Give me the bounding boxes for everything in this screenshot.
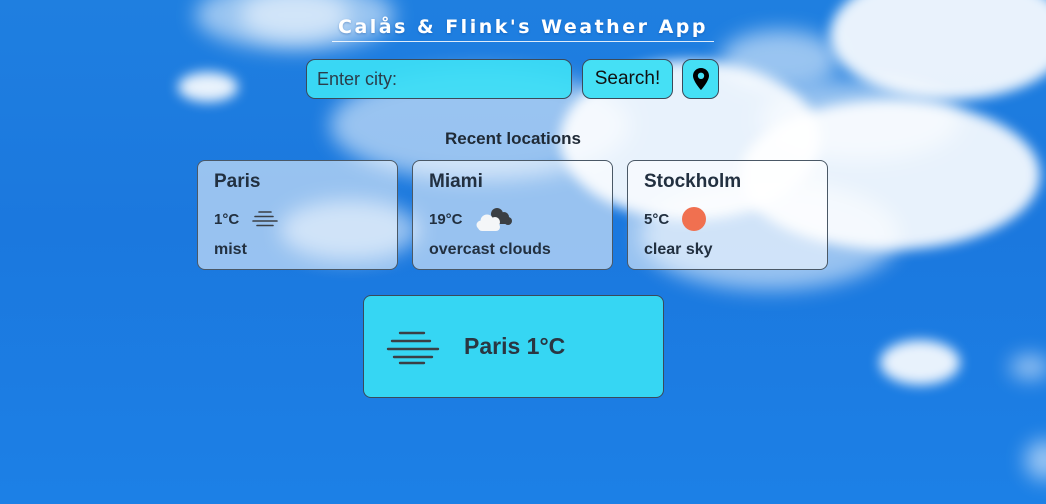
card-description: clear sky bbox=[644, 241, 713, 258]
card-description: overcast clouds bbox=[429, 241, 551, 258]
card-temperature: 1°C bbox=[214, 210, 240, 228]
recent-locations-heading: Recent locations bbox=[444, 129, 582, 148]
search-bar: Search! bbox=[306, 59, 719, 99]
mist-icon bbox=[386, 331, 440, 364]
app-title: Calås & Flink's Weather App bbox=[0, 16, 1046, 42]
recent-location-card[interactable]: Miami 19°C overcast clouds bbox=[412, 160, 613, 270]
card-temperature: 5°C bbox=[644, 210, 670, 228]
card-description: mist bbox=[214, 241, 247, 258]
map-pin-icon bbox=[692, 68, 709, 90]
recent-location-card[interactable]: Paris 1°C mist bbox=[197, 160, 398, 270]
overcast-clouds-icon bbox=[476, 208, 512, 231]
card-city: Stockholm bbox=[644, 171, 742, 192]
current-weather-label: Paris 1°C bbox=[464, 333, 566, 359]
recent-location-card[interactable]: Stockholm 5°C clear sky bbox=[627, 160, 828, 270]
card-city: Paris bbox=[214, 171, 261, 192]
recent-locations-list: Paris 1°C mist Miami 19°C overcast cloud… bbox=[197, 160, 828, 270]
search-button[interactable]: Search! bbox=[582, 59, 673, 99]
card-city: Miami bbox=[429, 171, 483, 192]
card-temperature: 19°C bbox=[429, 210, 463, 228]
sun-icon bbox=[682, 207, 707, 231]
current-weather-panel: Paris 1°C bbox=[363, 295, 664, 398]
current-location-button[interactable] bbox=[682, 59, 719, 99]
app-title-text: Calås & Flink's Weather App bbox=[332, 16, 714, 42]
mist-icon bbox=[252, 211, 278, 227]
city-search-input[interactable] bbox=[306, 59, 572, 99]
